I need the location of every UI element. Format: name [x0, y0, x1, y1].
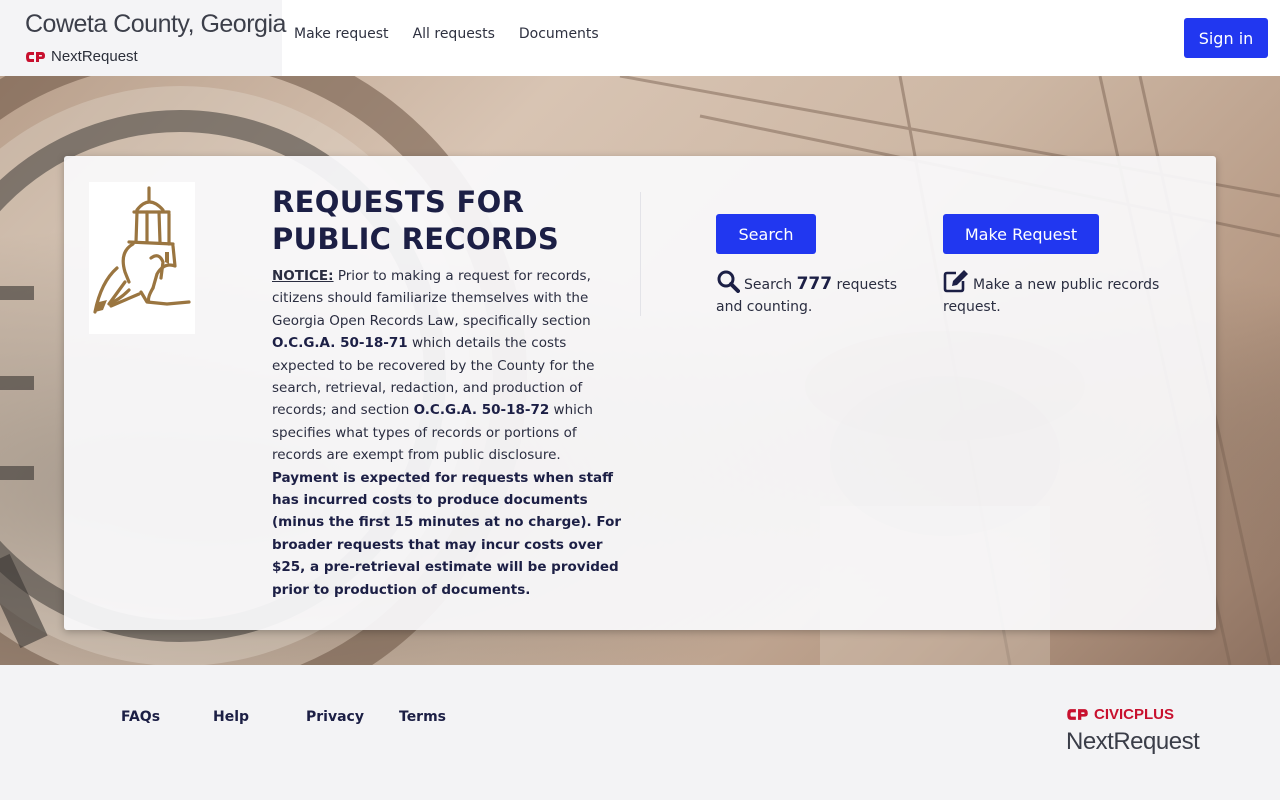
info-card: REQUESTS FOR PUBLIC RECORDS NOTICE: Prio… [64, 156, 1216, 630]
footer-terms-link[interactable]: Terms [399, 709, 446, 725]
make-request-button[interactable]: Make Request [943, 214, 1099, 254]
notice-text: NOTICE: Prior to making a request for re… [272, 265, 622, 601]
make-request-text: Make a new public records request. [943, 277, 1160, 315]
courthouse-dome-icon [93, 186, 191, 314]
footer-product-name: NextRequest [1066, 728, 1200, 755]
hero-section: REQUESTS FOR PUBLIC RECORDS NOTICE: Prio… [0, 76, 1280, 665]
civicplus-name: CIVICPLUS [1094, 706, 1175, 723]
civicplus-mark-icon [1067, 709, 1088, 720]
notice-label: NOTICE: [272, 268, 334, 284]
main-nav: Make request All requests Documents [294, 26, 599, 42]
edit-icon [943, 270, 968, 293]
payment-notice: Payment is expected for requests when st… [272, 469, 621, 598]
county-seal-logo [89, 182, 195, 334]
code-section-71: O.C.G.A. 50-18-71 [272, 335, 408, 352]
footer-faqs-link[interactable]: FAQs [121, 709, 160, 725]
product-name: NextRequest [51, 48, 138, 65]
top-bar: Coweta County, Georgia NextRequest Make … [0, 0, 1280, 76]
code-section-72: O.C.G.A. 50-18-72 [413, 402, 550, 419]
footer-help-link[interactable]: Help [213, 709, 249, 725]
footer-privacy-link[interactable]: Privacy [306, 709, 364, 725]
org-title[interactable]: Coweta County, Georgia [25, 10, 286, 39]
search-description: Search 777 requests and counting. [716, 269, 906, 318]
column-divider [640, 192, 641, 316]
make-request-action: Make Request Make a new public records r… [943, 214, 1173, 318]
brand-block[interactable]: Coweta County, Georgia NextRequest [0, 0, 286, 76]
search-prefix: Search [744, 277, 793, 293]
search-action: Search Search 777 requests and counting. [716, 214, 906, 318]
footer: FAQs Help Privacy Terms CIVICPLUS NextRe… [0, 665, 1280, 800]
nextrequest-logo: NextRequest [25, 48, 138, 65]
search-button[interactable]: Search [716, 214, 816, 254]
sign-in-button[interactable]: Sign in [1184, 18, 1268, 58]
page-title: REQUESTS FOR PUBLIC RECORDS [272, 185, 560, 256]
nav-all-requests[interactable]: All requests [413, 26, 495, 42]
make-request-description: Make a new public records request. [943, 269, 1173, 318]
nav-make-request[interactable]: Make request [294, 26, 389, 42]
nav-documents[interactable]: Documents [519, 26, 599, 42]
civicplus-mark-icon [26, 51, 45, 62]
request-count: 777 [796, 274, 833, 294]
search-icon [717, 270, 740, 293]
civicplus-logo[interactable]: CIVICPLUS [1066, 706, 1174, 723]
